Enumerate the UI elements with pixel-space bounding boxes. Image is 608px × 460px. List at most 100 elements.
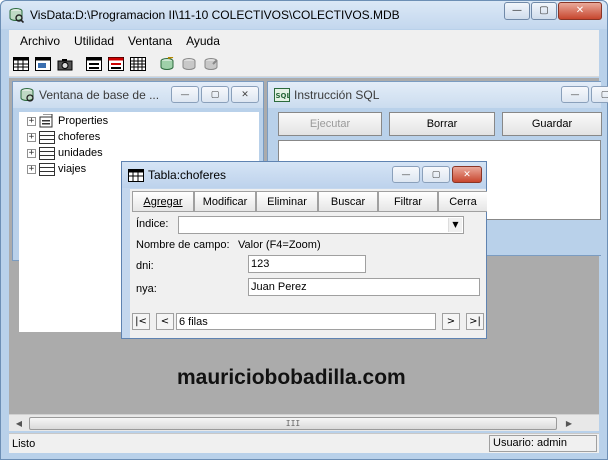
svg-text:SQL: SQL — [276, 92, 291, 100]
dynaset-button[interactable] — [33, 55, 52, 74]
search-button[interactable]: Buscar — [318, 191, 378, 212]
chevron-down-icon[interactable]: ▼ — [448, 218, 462, 232]
menu-utilidad[interactable]: Utilidad — [67, 30, 121, 52]
dynaset-icon — [34, 57, 51, 71]
tree-item-label: choferes — [58, 131, 101, 143]
database-window-titlebar[interactable]: Ventana de base de ... — ▢ ✕ — [13, 82, 263, 108]
sql-window-titlebar[interactable]: SQL Instrucción SQL — ▢ — [268, 82, 608, 108]
sql-icon: SQL — [274, 88, 291, 102]
properties-icon — [39, 114, 53, 128]
minimize-icon: — — [401, 169, 411, 180]
maximize-icon: ▢ — [431, 169, 441, 180]
field-label-nya: nya: — [136, 283, 157, 295]
status-text: Listo — [12, 438, 36, 450]
close-icon: ✕ — [463, 169, 471, 180]
sql-window-caption-buttons: — ▢ — [561, 86, 608, 103]
watermark-text: mauriciobobadilla.com — [177, 366, 406, 389]
database-window-caption-buttons: — ▢ ✕ — [171, 86, 259, 103]
tree-item-viajes[interactable]: + viajes — [27, 161, 86, 177]
last-record-button[interactable]: >| — [466, 313, 484, 330]
expand-icon[interactable]: + — [27, 164, 36, 174]
title-bar[interactable]: VisData:D:\Programacion II\11-10 COLECTI… — [1, 1, 607, 29]
visdata-app-icon — [9, 8, 24, 23]
table-icon — [39, 130, 55, 144]
close-table-button[interactable]: Cerra — [438, 191, 487, 212]
table-view-button[interactable] — [11, 55, 30, 74]
database-maximize-button[interactable]: ▢ — [201, 86, 229, 103]
table-window-icon — [128, 169, 144, 182]
field-input-dni[interactable]: 123 — [248, 255, 366, 273]
begin-transaction-button[interactable] — [157, 55, 176, 74]
menu-archivo[interactable]: Archivo — [13, 30, 67, 52]
field-label-dni: dni: — [136, 260, 154, 272]
minimize-icon: — — [512, 5, 522, 16]
table-close-button[interactable]: ✕ — [452, 166, 482, 183]
prev-record-button[interactable]: < — [156, 313, 174, 330]
delete-button[interactable]: Eliminar — [256, 191, 318, 212]
menu-ayuda[interactable]: Ayuda — [179, 30, 227, 52]
rollback-icon — [204, 58, 218, 70]
execute-button[interactable]: Ejecutar — [278, 112, 382, 136]
maximize-icon: ▢ — [210, 89, 220, 100]
grip-icon: III — [285, 419, 301, 428]
data-control-icon — [107, 57, 124, 71]
menu-ventana[interactable]: Ventana — [121, 30, 179, 52]
begin-transaction-icon — [160, 57, 173, 70]
table-maximize-button[interactable]: ▢ — [422, 166, 450, 183]
minimize-button[interactable]: — — [504, 2, 530, 20]
status-bar: Listo Usuario: admin — [9, 433, 599, 453]
table-minimize-button[interactable]: — — [392, 166, 420, 183]
clear-button[interactable]: Borrar — [389, 112, 495, 136]
tree-item-choferes[interactable]: + choferes — [27, 129, 100, 145]
tree-item-label: viajes — [58, 163, 87, 175]
table-icon — [39, 162, 55, 176]
field-input-nya[interactable]: Juan Perez — [248, 278, 480, 296]
rollback-button[interactable] — [201, 55, 220, 74]
table-view-icon — [12, 57, 29, 71]
expand-icon[interactable]: + — [27, 148, 36, 158]
window-title: VisData:D:\Programacion II\11-10 COLECTI… — [30, 8, 400, 22]
scroll-left-icon[interactable]: ◀ — [11, 416, 27, 431]
menu-bar: Archivo Utilidad Ventana Ayuda — [9, 30, 599, 52]
tree-item-properties[interactable]: + Properties — [27, 113, 108, 129]
status-user: Usuario: admin — [489, 435, 597, 452]
add-button[interactable]: Agregar — [132, 191, 194, 212]
tree-item-unidades[interactable]: + unidades — [27, 145, 103, 161]
record-count-display: 6 filas — [176, 313, 436, 330]
maximize-button[interactable]: ▢ — [531, 2, 557, 20]
minimize-icon: — — [570, 89, 580, 100]
grid-button[interactable] — [128, 55, 147, 74]
index-label: Índice: — [136, 218, 169, 230]
horizontal-scrollbar[interactable]: ◀ III ▶ — [9, 414, 599, 431]
table-window-title: Tabla:choferes — [148, 168, 227, 182]
next-record-button[interactable]: > — [442, 313, 460, 330]
save-button[interactable]: Guardar — [502, 112, 602, 136]
expand-icon[interactable]: + — [27, 132, 36, 142]
snapshot-button[interactable] — [55, 55, 74, 74]
index-combo[interactable]: ▼ — [178, 216, 464, 234]
sql-minimize-button[interactable]: — — [561, 86, 589, 103]
form-icon — [85, 57, 102, 71]
sql-maximize-button[interactable]: ▢ — [591, 86, 608, 103]
expand-icon[interactable]: + — [27, 116, 36, 126]
first-record-button[interactable]: |< — [132, 313, 150, 330]
database-close-button[interactable]: ✕ — [231, 86, 259, 103]
form-button[interactable] — [84, 55, 103, 74]
table-icon — [39, 146, 55, 160]
data-control-button[interactable] — [106, 55, 125, 74]
filter-button[interactable]: Filtrar — [378, 191, 438, 212]
close-button[interactable]: ✕ — [558, 2, 602, 20]
scroll-right-icon[interactable]: ▶ — [561, 416, 577, 431]
maximize-icon: ▢ — [539, 5, 549, 16]
database-minimize-button[interactable]: — — [171, 86, 199, 103]
table-window-titlebar[interactable]: Tabla:choferes — ▢ ✕ — [122, 162, 486, 188]
commit-button[interactable] — [179, 55, 198, 74]
minimize-icon: — — [180, 89, 190, 100]
sql-window-title: Instrucción SQL — [294, 88, 380, 102]
scrollbar-thumb[interactable]: III — [29, 417, 557, 430]
modify-button[interactable]: Modificar — [194, 191, 256, 212]
database-window-icon — [20, 88, 34, 102]
window-caption-buttons: — ▢ ✕ — [504, 2, 602, 20]
value-header: Valor (F4=Zoom) — [238, 239, 321, 251]
commit-icon — [182, 58, 195, 70]
